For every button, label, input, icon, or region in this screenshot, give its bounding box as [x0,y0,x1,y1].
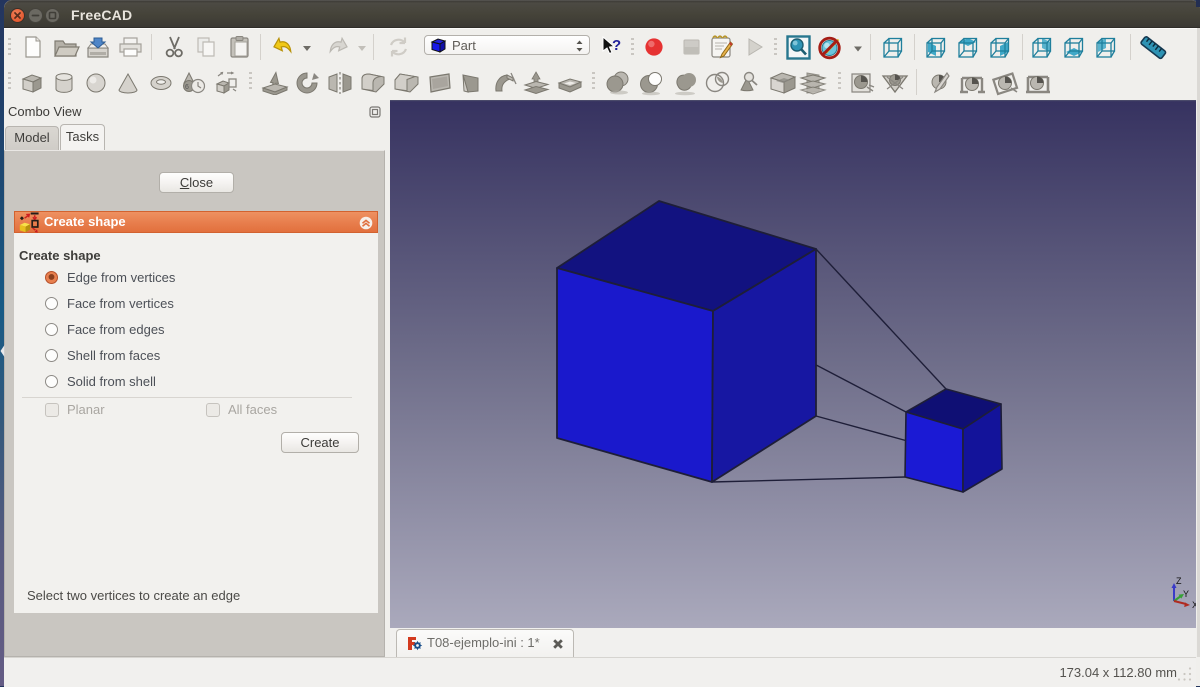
svg-text:Z: Z [1176,576,1182,586]
svg-text:6: 6 [185,84,189,91]
svg-text:X: X [1192,600,1196,610]
svg-text:?: ? [612,37,621,54]
svg-text:Y: Y [1183,589,1189,599]
